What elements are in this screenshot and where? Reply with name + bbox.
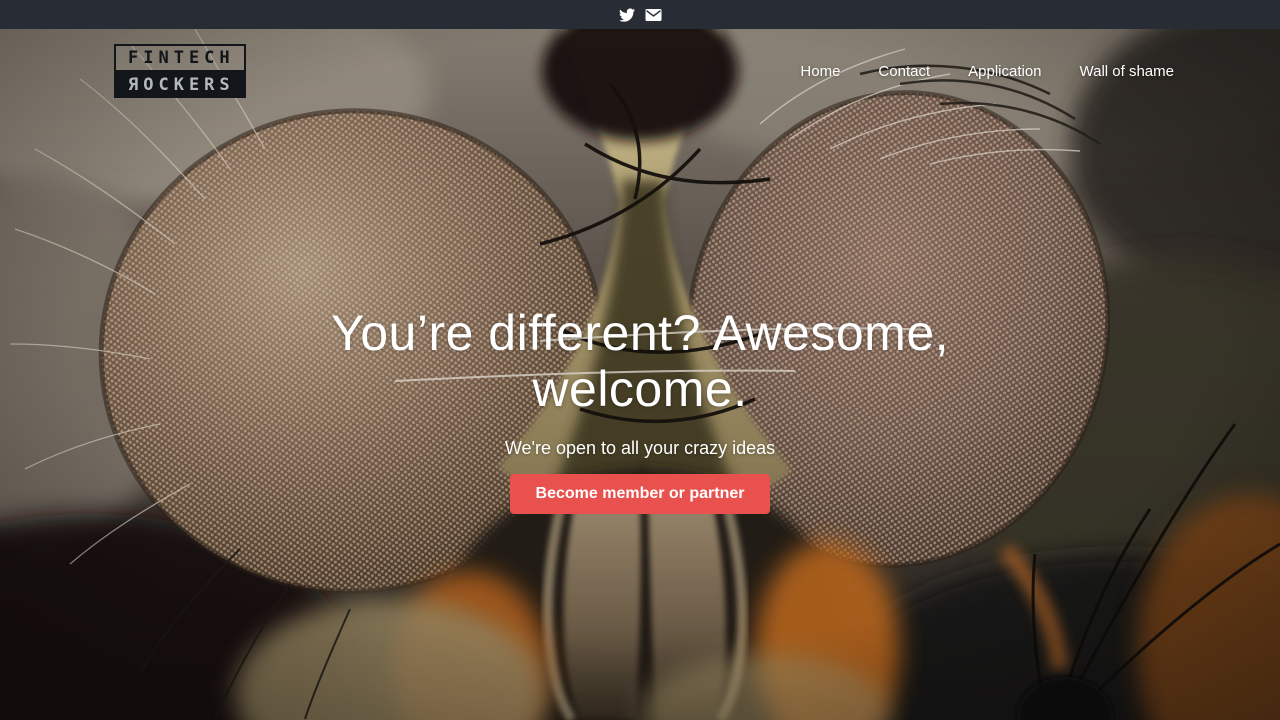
twitter-icon[interactable]: [618, 7, 636, 23]
hero-heading: You’re different? Awesome, welcome.: [0, 305, 1280, 417]
become-member-button[interactable]: Become member or partner: [510, 474, 771, 514]
email-icon[interactable]: [645, 7, 663, 23]
hero-heading-line1: You’re different? Awesome,: [331, 305, 949, 361]
nav-item-application[interactable]: Application: [968, 63, 1041, 80]
nav-item-contact[interactable]: Contact: [878, 63, 930, 80]
main-nav: Home Contact Application Wall of shame: [800, 63, 1174, 80]
logo-line2: ЯOCKERS: [114, 72, 246, 98]
logo[interactable]: FINTECH ЯOCKERS: [114, 44, 246, 98]
hero-subheading: We're open to all your crazy ideas: [0, 438, 1280, 459]
twitter-bird-glyph: [619, 8, 635, 22]
nav-item-home[interactable]: Home: [800, 63, 840, 80]
hero-section: FINTECH ЯOCKERS Home Contact Application…: [0, 29, 1280, 720]
nav-item-wall-of-shame[interactable]: Wall of shame: [1080, 63, 1174, 80]
topbar: [0, 0, 1280, 29]
logo-line1: FINTECH: [114, 44, 246, 72]
site-header: FINTECH ЯOCKERS Home Contact Application…: [0, 29, 1280, 98]
hero-heading-line2: welcome.: [532, 361, 747, 417]
hero-content: You’re different? Awesome, welcome. We'r…: [0, 305, 1280, 514]
envelope-glyph: [645, 9, 662, 21]
